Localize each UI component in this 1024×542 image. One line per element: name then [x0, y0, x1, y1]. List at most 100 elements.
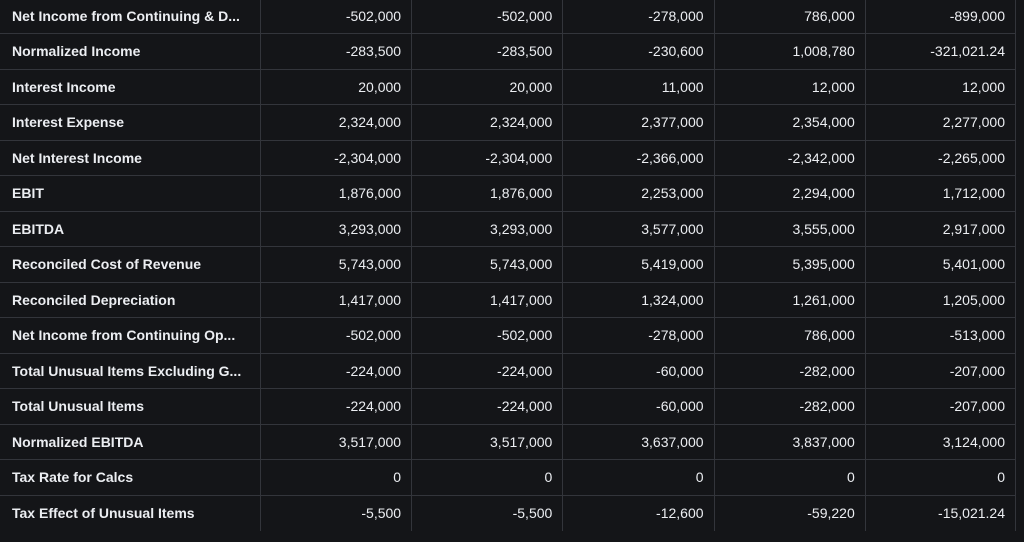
- value-cell: 0: [562, 459, 715, 496]
- value-cell: -502,000: [411, 0, 564, 34]
- value-cell: 2,354,000: [713, 104, 866, 141]
- value-cell: 2,324,000: [411, 104, 564, 141]
- value-cell: -207,000: [864, 352, 1017, 389]
- table-row: Normalized Income -283,500 -283,500 -230,60…: [0, 33, 1017, 70]
- value-cell: 1,205,000: [864, 281, 1017, 318]
- value-cell: 3,124,000: [864, 423, 1017, 460]
- value-cell: 20,000: [259, 68, 413, 105]
- value-cell: -224,000: [411, 352, 564, 389]
- value-cell: 3,517,000: [259, 423, 413, 460]
- value-cell: 2,377,000: [562, 104, 715, 141]
- financials-table: Net Income from Continuing & D... -502,00…: [0, 0, 1017, 531]
- value-cell: -5,500: [411, 494, 564, 531]
- value-cell: 5,743,000: [411, 246, 564, 283]
- value-cell: 5,419,000: [562, 246, 715, 283]
- value-cell: -282,000: [713, 388, 866, 425]
- table-row: Total Unusual Items Excluding G... -224,0…: [0, 352, 1017, 389]
- value-cell: 1,324,000: [562, 281, 715, 318]
- value-cell: -12,600: [562, 494, 715, 531]
- value-cell: 0: [713, 459, 866, 496]
- value-cell: 3,517,000: [411, 423, 564, 460]
- table-row: Total Unusual Items -224,000 -224,000 -60,0…: [0, 388, 1017, 425]
- value-cell: 3,293,000: [259, 210, 413, 247]
- value-cell: 2,253,000: [562, 175, 715, 212]
- value-cell: -60,000: [562, 388, 715, 425]
- value-cell: -278,000: [562, 317, 715, 354]
- value-cell: -899,000: [864, 0, 1017, 34]
- value-cell: -15,021.24: [864, 494, 1017, 531]
- value-cell: 5,401,000: [864, 246, 1017, 283]
- scrollbar-gutter: [1016, 0, 1024, 542]
- value-cell: -502,000: [259, 317, 413, 354]
- value-cell: -502,000: [411, 317, 564, 354]
- value-cell: 2,294,000: [713, 175, 866, 212]
- value-cell: 12,000: [713, 68, 866, 105]
- value-cell: 12,000: [864, 68, 1017, 105]
- value-cell: -513,000: [864, 317, 1017, 354]
- value-cell: -2,304,000: [411, 139, 564, 176]
- value-cell: 1,417,000: [411, 281, 564, 318]
- table-row: Interest Income 20,000 20,000 11,000 12,000 1…: [0, 68, 1017, 105]
- value-cell: 5,395,000: [713, 246, 866, 283]
- value-cell: 3,637,000: [562, 423, 715, 460]
- value-cell: -224,000: [411, 388, 564, 425]
- value-cell: -230,600: [562, 33, 715, 70]
- value-cell: 3,555,000: [713, 210, 866, 247]
- value-cell: 1,876,000: [259, 175, 413, 212]
- table-row: Reconciled Depreciation 1,417,000 1,417,00…: [0, 281, 1017, 318]
- value-cell: -321,021.24: [864, 33, 1017, 70]
- table-row: EBIT 1,876,000 1,876,000 2,253,000 2,294,000…: [0, 175, 1017, 212]
- value-cell: -224,000: [259, 388, 413, 425]
- row-label: Net Interest Income: [0, 139, 261, 176]
- table-row: Reconciled Cost of Revenue 5,743,000 5,743…: [0, 246, 1017, 283]
- row-label: Interest Income: [0, 68, 261, 105]
- value-cell: 0: [411, 459, 564, 496]
- value-cell: 2,917,000: [864, 210, 1017, 247]
- value-cell: 2,324,000: [259, 104, 413, 141]
- value-cell: 3,293,000: [411, 210, 564, 247]
- row-label: Normalized Income: [0, 33, 261, 70]
- row-label: Tax Rate for Calcs: [0, 459, 261, 496]
- row-label: Normalized EBITDA: [0, 423, 261, 460]
- value-cell: 3,577,000: [562, 210, 715, 247]
- value-cell: 5,743,000: [259, 246, 413, 283]
- row-label: Interest Expense: [0, 104, 261, 141]
- row-label: Net Income from Continuing Op...: [0, 317, 261, 354]
- table-row: Net Income from Continuing Op... -502,000…: [0, 317, 1017, 354]
- value-cell: 1,008,780: [713, 33, 866, 70]
- value-cell: 20,000: [411, 68, 564, 105]
- value-cell: 1,876,000: [411, 175, 564, 212]
- table-row: Tax Effect of Unusual Items -5,500 -5,500-…: [0, 494, 1017, 531]
- value-cell: -502,000: [259, 0, 413, 34]
- value-cell: 1,712,000: [864, 175, 1017, 212]
- value-cell: -278,000: [562, 0, 715, 34]
- table-row: Net Income from Continuing & D... -502,00…: [0, 0, 1017, 34]
- financials-table-body: Net Income from Continuing & D... -502,00…: [0, 0, 1017, 531]
- row-label: EBITDA: [0, 210, 261, 247]
- value-cell: -283,500: [259, 33, 413, 70]
- value-cell: 1,261,000: [713, 281, 866, 318]
- value-cell: 2,277,000: [864, 104, 1017, 141]
- row-label: Reconciled Cost of Revenue: [0, 246, 261, 283]
- value-cell: 786,000: [713, 0, 866, 34]
- value-cell: -2,366,000: [562, 139, 715, 176]
- table-row: EBITDA 3,293,000 3,293,000 3,577,000 3,555,0…: [0, 210, 1017, 247]
- table-row: Normalized EBITDA 3,517,000 3,517,000 3,637…: [0, 423, 1017, 460]
- value-cell: -2,342,000: [713, 139, 866, 176]
- value-cell: 0: [864, 459, 1017, 496]
- value-cell: -224,000: [259, 352, 413, 389]
- table-row: Net Interest Income -2,304,000 -2,304,000-…: [0, 139, 1017, 176]
- value-cell: 3,837,000: [713, 423, 866, 460]
- value-cell: -59,220: [713, 494, 866, 531]
- value-cell: -5,500: [259, 494, 413, 531]
- row-label: Total Unusual Items: [0, 388, 261, 425]
- value-cell: 786,000: [713, 317, 866, 354]
- row-label: Total Unusual Items Excluding G...: [0, 352, 261, 389]
- value-cell: -282,000: [713, 352, 866, 389]
- financials-table-container[interactable]: Net Income from Continuing & D... -502,00…: [0, 0, 1024, 542]
- value-cell: 11,000: [562, 68, 715, 105]
- value-cell: -60,000: [562, 352, 715, 389]
- value-cell: -2,304,000: [259, 139, 413, 176]
- table-row: Tax Rate for Calcs 0 0 0 0 0: [0, 459, 1017, 496]
- row-label: EBIT: [0, 175, 261, 212]
